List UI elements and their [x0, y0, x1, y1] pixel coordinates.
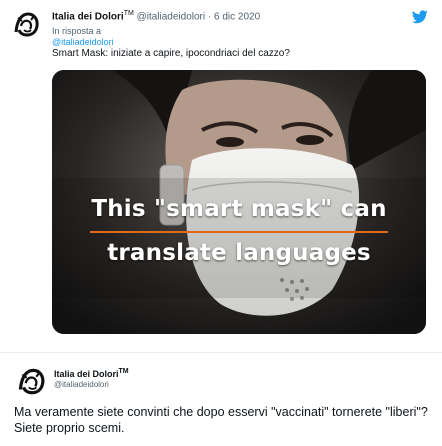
media-caption-underline — [90, 231, 388, 233]
reply-handle-link[interactable]: @italiadeidolori — [52, 37, 114, 48]
author-mark: TM — [123, 10, 134, 17]
media-caption-line1: This "smart mask" can — [91, 196, 387, 222]
tweet-text: Smart Mask: iniziate a capire, ipocondri… — [52, 48, 290, 59]
reply-author-name-text: Italia dei Dolori — [54, 369, 119, 379]
tweet-date[interactable]: 6 dic 2020 — [214, 11, 260, 22]
tweet-header: Italia dei DoloriTM @italiadeidolori · 6… — [52, 10, 260, 22]
author-name[interactable]: Italia dei Dolori — [52, 11, 124, 22]
reply-prefix: In risposta a — [52, 26, 102, 36]
avatar-drawing-icon — [14, 364, 48, 398]
media-caption-line2: translate languages — [107, 240, 371, 266]
avatar[interactable] — [10, 8, 42, 40]
reply-author-mark: TM — [118, 368, 129, 375]
reply-text: Ma veramente siete convinti che dopo ess… — [14, 405, 428, 435]
author-handle[interactable]: @italiadeidolori — [137, 11, 206, 22]
reply-author-handle[interactable]: @italiadeidolori — [54, 380, 109, 389]
divider — [0, 352, 442, 353]
twitter-bird-icon[interactable] — [411, 10, 428, 24]
reply-author-name[interactable]: Italia dei DoloriTM — [54, 368, 129, 379]
avatar-drawing-icon — [10, 8, 42, 40]
tweet: Italia dei DoloriTM @italiadeidolori · 6… — [0, 0, 442, 350]
reply-avatar[interactable] — [14, 364, 48, 398]
reply-context: In risposta a @italiadeidolori — [52, 26, 114, 48]
tweet-media-image[interactable]: This "smart mask" can translate language… — [52, 70, 426, 334]
separator: · — [207, 11, 212, 23]
